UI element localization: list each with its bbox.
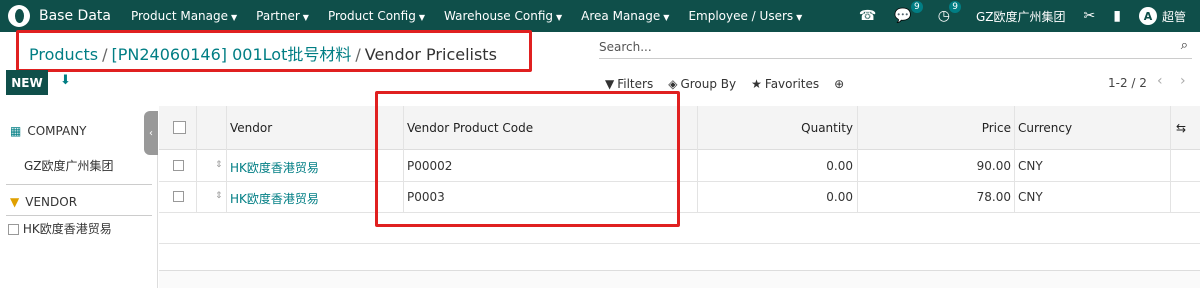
menu-employee-users[interactable]: Employee / Users ▼ [688, 9, 802, 23]
column-header-price[interactable]: Price [982, 121, 1011, 135]
caret-down-icon: ▼ [231, 13, 238, 22]
top-navbar: Base Data Product Manage ▼ Partner ▼ Produ… [0, 0, 1200, 32]
vendor-filter-header: ▼ VENDOR [10, 195, 78, 209]
company-filter-header: ▦ COMPANY [10, 124, 87, 138]
currency-cell: CNY [1018, 190, 1043, 204]
caret-down-icon: ▼ [302, 13, 309, 22]
activities-badge: 9 [949, 1, 961, 13]
drag-handle-icon[interactable]: ⇕ [215, 191, 223, 201]
messages-icon[interactable]: 💬 9 [894, 1, 923, 24]
caret-down-icon: ▼ [663, 13, 670, 22]
currency-cell: CNY [1018, 159, 1043, 173]
documentation-icon[interactable]: ▮ [1113, 8, 1121, 24]
column-header-vendor[interactable]: Vendor [230, 121, 272, 135]
quantity-cell: 0.00 [826, 190, 853, 204]
menu-partner[interactable]: Partner ▼ [256, 9, 309, 23]
company-switcher[interactable]: GZ欧度广州集团 [976, 8, 1066, 25]
company-filter-item[interactable]: GZ欧度广州集团 [24, 157, 114, 174]
app-title[interactable]: Base Data [39, 8, 111, 24]
app-logo-icon[interactable] [8, 5, 30, 27]
side-divider [6, 215, 152, 216]
row-checkbox[interactable] [173, 191, 184, 202]
messages-badge: 9 [911, 1, 923, 13]
navbar-systray: ☎ 💬 9 ◷ 9 GZ欧度广州集团 ✂ ▮ A 超管 [859, 0, 1200, 32]
vendor-filter-checkbox[interactable] [8, 224, 19, 235]
vendor-code-highlight [375, 91, 680, 227]
new-button[interactable]: NEW [6, 70, 48, 95]
search-input[interactable] [599, 37, 1159, 57]
favorites-toggle[interactable]: ★ Favorites [751, 77, 819, 91]
debug-tools-icon[interactable]: ✂ [1084, 8, 1096, 24]
price-cell: 78.00 [976, 190, 1011, 204]
caret-down-icon: ▼ [796, 13, 803, 22]
breadcrumb-highlight [16, 30, 532, 72]
row-checkbox[interactable] [173, 160, 184, 171]
filter-icon: ▼ [10, 195, 20, 209]
menu-product-config[interactable]: Product Config ▼ [328, 9, 425, 23]
vendor-filter-item[interactable]: HK欧度香港贸易 [8, 220, 112, 237]
search-icon[interactable]: ⌕ [1181, 38, 1188, 53]
star-icon: ★ [751, 77, 762, 91]
vendor-cell[interactable]: HK欧度香港贸易 [230, 190, 319, 207]
column-header-currency[interactable]: Currency [1018, 121, 1072, 135]
select-all-checkbox[interactable] [173, 121, 186, 134]
column-header-quantity[interactable]: Quantity [801, 121, 853, 135]
optional-columns-icon[interactable]: ⇆ [1176, 121, 1186, 135]
avatar[interactable]: A [1138, 7, 1157, 25]
download-icon[interactable]: ⬇ [60, 73, 71, 88]
quantity-cell: 0.00 [826, 159, 853, 173]
user-name[interactable]: 超管 [1162, 8, 1186, 25]
pager-previous-icon[interactable]: ‹ [1157, 73, 1163, 89]
price-cell: 90.00 [976, 159, 1011, 173]
menu-warehouse-config[interactable]: Warehouse Config ▼ [444, 9, 562, 23]
building-icon: ▦ [10, 124, 22, 138]
pager-next-icon[interactable]: › [1180, 73, 1186, 89]
caret-down-icon: ▼ [556, 13, 563, 22]
pager-value[interactable]: 1-2 / 2 [1108, 76, 1147, 90]
side-divider [6, 184, 152, 185]
zoom-icon[interactable]: ⊕ [834, 77, 844, 91]
caret-down-icon: ▼ [418, 13, 425, 22]
drag-handle-icon[interactable]: ⇕ [215, 160, 223, 170]
filters-toggle[interactable]: ▼ Filters [605, 77, 653, 91]
search-bar: ⌕ [599, 37, 1192, 59]
filter-icon: ▼ [605, 77, 615, 91]
search-options: ▼ Filters ◈ Group By ★ Favorites ⊕ [605, 77, 859, 91]
phone-icon[interactable]: ☎ [859, 8, 876, 24]
collapse-panel-icon[interactable]: ‹ [144, 111, 158, 155]
menu-product-manage[interactable]: Product Manage ▼ [131, 9, 237, 23]
layers-icon: ◈ [668, 77, 678, 91]
vendor-cell[interactable]: HK欧度香港贸易 [230, 159, 319, 176]
menu-area-manage[interactable]: Area Manage ▼ [581, 9, 669, 23]
groupby-toggle[interactable]: ◈ Group By [668, 77, 736, 91]
activities-icon[interactable]: ◷ 9 [938, 1, 961, 24]
